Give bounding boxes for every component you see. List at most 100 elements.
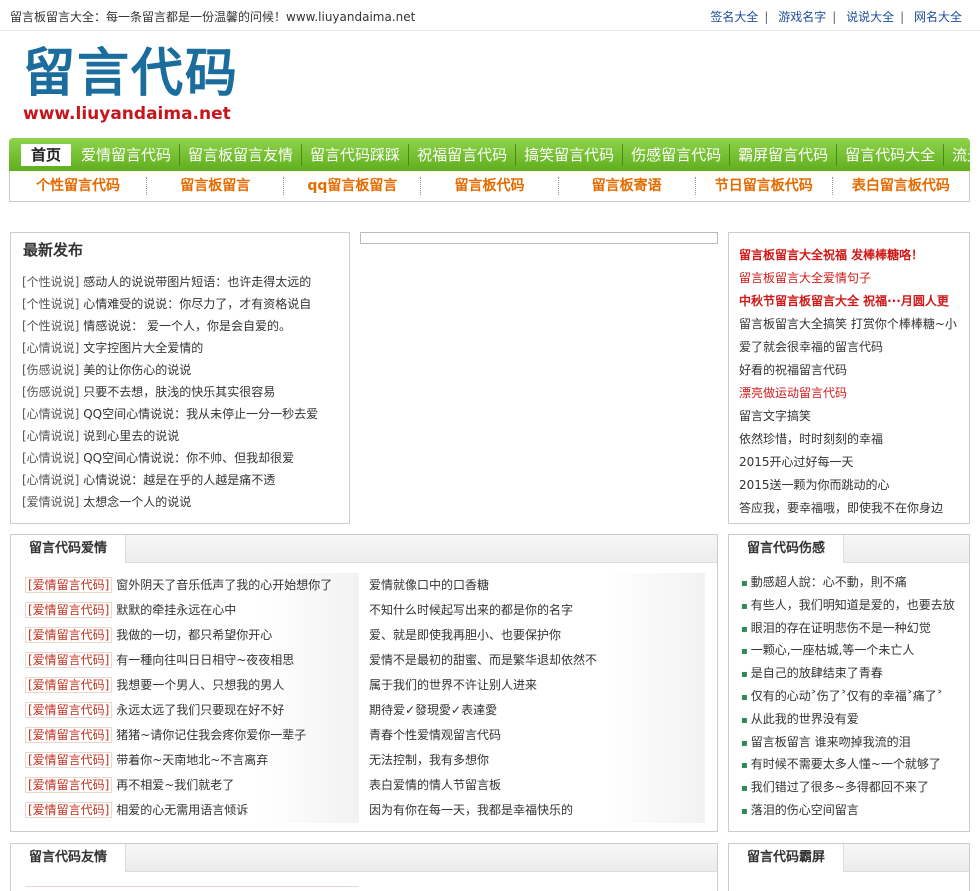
list-item[interactable]: [伤感说说] 只要不去想，肤浅的快乐其实很容易	[22, 381, 318, 403]
list-item[interactable]: 因为有你在每一天，我都是幸福快乐的	[369, 798, 705, 823]
list-item[interactable]: [个性说说] 情感说说： 爱一个人，你是会自爱的。	[22, 315, 318, 337]
list-item-category[interactable]: [心情说说]	[22, 451, 79, 465]
list-item[interactable]: [心情说说] 文字控图片大全爱情的	[22, 337, 318, 359]
list-item-title[interactable]: 我做的一切，都只希望你开心	[112, 628, 272, 642]
list-item-category[interactable]: [心情说说]	[22, 429, 79, 443]
list-item-category[interactable]: [心情说说]	[22, 341, 79, 355]
list-item-category[interactable]: [爱情说说]	[22, 495, 79, 509]
list-item-title[interactable]: 心情说说：越是在乎的人越是痛不透	[79, 473, 275, 487]
list-item-title[interactable]: 猪猪~请你记住我会疼你爱你一辈子	[112, 728, 306, 742]
list-item-title[interactable]: 太想念一个人的说说	[79, 495, 191, 509]
top-link-nicknames[interactable]: 网名大全	[914, 10, 962, 24]
nav-item-home[interactable]: 首页	[21, 143, 72, 166]
top-link-game-names[interactable]: 游戏名字	[778, 10, 826, 24]
subnav-item-board-code[interactable]: 留言板代码	[420, 177, 557, 195]
list-item-title[interactable]: 说到心里去的说说	[79, 429, 179, 443]
list-item-category[interactable]: [爱情留言代码]	[25, 627, 113, 643]
list-item[interactable]: 青春个性爱情观留言代码	[369, 723, 705, 748]
nav-item-funny[interactable]: 搞笑留言代码	[515, 143, 622, 166]
list-item-category[interactable]: [爱情留言代码]	[25, 777, 113, 793]
list-item[interactable]: [爱情留言代码] 猪猪~请你记住我会疼你爱你一辈子	[25, 723, 359, 748]
list-item[interactable]: 是自己的放肆结束了青春	[741, 662, 955, 685]
list-item-category[interactable]: [爱情留言代码]	[25, 752, 113, 768]
list-item[interactable]: [心情说说] QQ空间心情说说：我从未停止一分一秒去爱	[22, 403, 318, 425]
list-item-title[interactable]: 文字控图片大全爱情的	[79, 341, 203, 355]
list-item[interactable]: [心情说说] 心情说说：越是在乎的人越是痛不透	[22, 469, 318, 491]
list-item[interactable]: [爱情留言代码] 带着你~天南地北~不言离弃	[25, 748, 359, 773]
list-item[interactable]: [爱情留言代码] 我做的一切，都只希望你开心	[25, 623, 359, 648]
list-item[interactable]: 中秋节留言板留言大全 祝福···月圆人更	[739, 290, 957, 313]
nav-item-caicai[interactable]: 留言代码踩踩	[301, 143, 408, 166]
list-item[interactable]: 2015开心过好每一天	[739, 451, 957, 474]
list-item-category[interactable]: [个性说说]	[22, 319, 79, 333]
nav-item-all[interactable]: 留言代码大全	[836, 143, 943, 166]
list-item-title[interactable]: 相爱的心无需用语言倾诉	[112, 803, 248, 817]
list-item[interactable]: 依然珍惜，时时刻刻的幸福	[739, 428, 957, 451]
nav-item-sad[interactable]: 伤感留言代码	[622, 143, 729, 166]
list-item[interactable]: 从此我的世界没有爱	[741, 708, 955, 731]
list-item[interactable]: 无法控制，我有多想你	[369, 748, 705, 773]
list-item[interactable]: 表白爱情的情人节留言板	[369, 773, 705, 798]
list-item[interactable]: 好看的祝福留言代码	[739, 359, 957, 382]
list-item-category[interactable]: [爱情留言代码]	[25, 602, 113, 618]
list-item-title[interactable]: 情感说说： 爱一个人，你是会自爱的。	[79, 319, 291, 333]
list-item-category[interactable]: [伤感说说]	[22, 363, 79, 377]
subnav-item-qq-board[interactable]: qq留言板留言	[283, 177, 420, 195]
list-item[interactable]: 不知什么时候起写出来的都是你的名字	[369, 598, 705, 623]
list-item-category[interactable]: [爱情留言代码]	[25, 652, 113, 668]
list-item-title[interactable]: 心情难受的说说：你尽力了，才有资格说自	[79, 297, 311, 311]
list-item[interactable]: [个性说说] 感动人的说说带图片短语：也许走得太远的	[22, 271, 318, 293]
list-item[interactable]: 漂亮做运动留言代码	[739, 382, 957, 405]
list-item-category[interactable]: [个性说说]	[22, 297, 79, 311]
list-item-category[interactable]: [爱情留言代码]	[25, 802, 113, 818]
subnav-item-holiday[interactable]: 节日留言板代码	[694, 177, 832, 195]
list-item[interactable]: 留言板留言 谁来吻掉我流的泪	[741, 731, 955, 754]
list-item[interactable]: 期待爱✓發現愛✓表達愛	[369, 698, 705, 723]
list-item-category[interactable]: [爱情留言代码]	[25, 727, 113, 743]
list-item-category[interactable]: [爱情留言代码]	[25, 577, 113, 593]
list-item[interactable]: 留言板留言大全祝福 发棒棒糖咯！	[739, 244, 957, 267]
list-item-title[interactable]: 永远太远了我们只要现在好不好	[112, 703, 284, 717]
list-item-title[interactable]: 窗外阴天了音乐低声了我的心开始想你了	[112, 578, 332, 592]
list-item-title[interactable]: 美的让你伤心的说说	[79, 363, 191, 377]
top-link-signatures[interactable]: 签名大全	[710, 10, 758, 24]
list-item[interactable]: [爱情留言代码] 默默的牵挂永远在心中	[25, 598, 359, 623]
list-item[interactable]: [爱情说说] 太想念一个人的说说	[22, 491, 318, 513]
subnav-item-board-message[interactable]: 留言板寄语	[557, 177, 695, 195]
list-item[interactable]: [爱情留言代码] 永远太远了我们只要现在好不好	[25, 698, 359, 723]
list-item-category[interactable]: [心情说说]	[22, 407, 79, 421]
list-item[interactable]: [伤感说说] 美的让你伤心的说说	[22, 359, 318, 381]
section-title[interactable]: 留言代码友情	[11, 844, 127, 872]
list-item[interactable]: 一颗心,一座枯城,等一个未亡人	[741, 639, 955, 662]
section-title[interactable]: 留言代码霸屏	[729, 844, 845, 872]
list-item-category[interactable]: [个性说说]	[22, 275, 79, 289]
list-item[interactable]: 我们错过了很多~多得都回不来了	[741, 776, 955, 799]
list-item-title[interactable]: 我想要一个男人、只想我的男人	[112, 678, 284, 692]
subnav-item-personal[interactable]: 个性留言代码	[10, 177, 146, 195]
nav-item-friendship[interactable]: 留言板留言友情	[179, 143, 301, 166]
list-item-category[interactable]: [爱情留言代码]	[25, 677, 113, 693]
list-item[interactable]: [爱情留言代码] 窗外阴天了音乐低声了我的心开始想你了	[25, 573, 359, 598]
list-item[interactable]: 仅有的心动˃伤了˃仅有的幸福˃痛了˃	[741, 685, 955, 708]
list-item-category[interactable]: [心情说说]	[22, 473, 79, 487]
list-item[interactable]: 有些人，我们明知道是爱的，也要去放	[741, 594, 955, 617]
list-item-title[interactable]: 有一種向往叫日日相守~夜夜相思	[112, 653, 294, 667]
subnav-item-confession[interactable]: 表白留言板代码	[831, 177, 969, 195]
list-item-category[interactable]: [爱情留言代码]	[25, 702, 113, 718]
list-item[interactable]: 2015送一颗为你而跳动的心	[739, 474, 957, 497]
list-item-category[interactable]: [伤感说说]	[22, 385, 79, 399]
list-item-title[interactable]: 再不相爱~我们就老了	[112, 778, 234, 792]
section-title[interactable]: 留言代码伤感	[729, 535, 845, 563]
list-item[interactable]: [个性说说] 心情难受的说说：你尽力了，才有资格说自	[22, 293, 318, 315]
list-item[interactable]: 属于我们的世界不许让别人进来	[369, 673, 705, 698]
list-item[interactable]: 有时候不需要太多人懂~一个就够了	[741, 753, 955, 776]
list-item[interactable]: 答应我，要幸福哦，即使我不在你身边	[739, 497, 957, 520]
list-item[interactable]: 留言板留言大全爱情句子	[739, 267, 957, 290]
list-item[interactable]: 留言板留言大全搞笑 打赏你个棒棒糖~小	[739, 313, 957, 336]
list-item[interactable]: [爱情留言代码] 有一種向往叫日日相守~夜夜相思	[25, 648, 359, 673]
list-item[interactable]: 爱了就会很幸福的留言代码	[739, 336, 957, 359]
top-link-shuoshuo[interactable]: 说说大全	[846, 10, 894, 24]
section-title[interactable]: 留言代码爱情	[11, 535, 127, 563]
list-item-title[interactable]: QQ空间心情说说：你不帅、但我却很爱	[79, 451, 294, 465]
nav-item-love[interactable]: 爱情留言代码	[73, 144, 179, 166]
